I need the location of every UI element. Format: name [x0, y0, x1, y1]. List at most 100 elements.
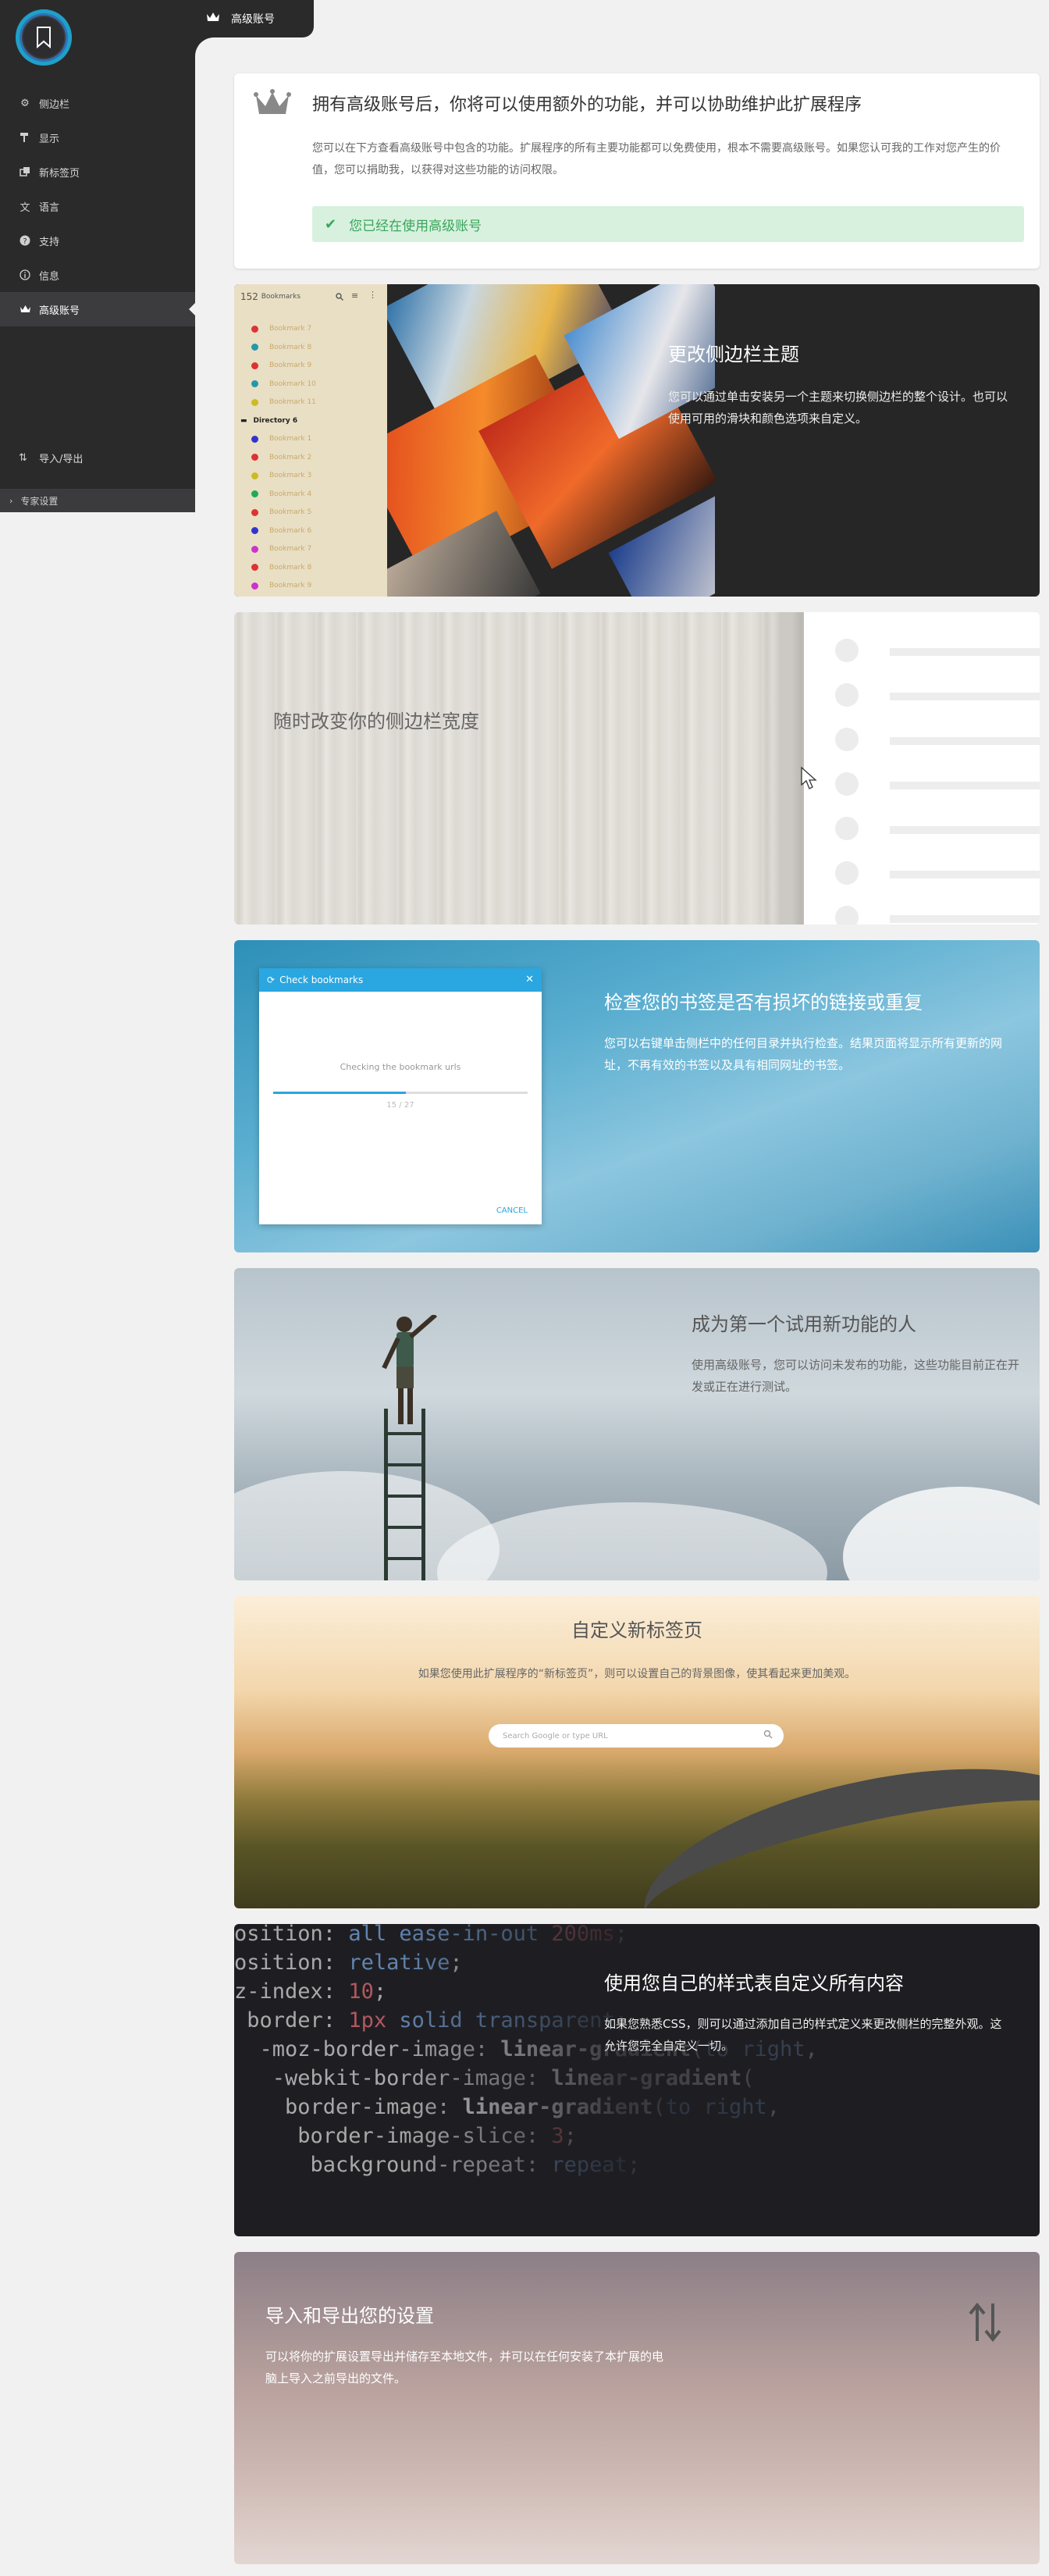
intro-title: 拥有高级账号后，你将可以使用额外的功能，并可以协助维护此扩展程序	[312, 95, 862, 115]
favicon-icon	[251, 454, 258, 461]
feature-card-theme: 152 Bookmarks ≡ ⋮ Bookmark 7 Bookmark 8 Bo…	[234, 284, 1040, 597]
preview-bookmark-label: Bookmark 6	[269, 526, 312, 535]
sidebar-item-premium[interactable]: 高级账号	[0, 292, 195, 326]
preview-bookmark-row: Bookmark 7	[251, 320, 311, 337]
feature-text: 如果您熟悉CSS，则可以通过添加自己的样式定义来更改侧栏的完整外观。这允许您完全…	[604, 2017, 1002, 2053]
sidebar-skeleton-preview	[820, 612, 1040, 925]
preview-bookmark-row: Bookmark 4	[251, 486, 311, 503]
preview-bookmark-label: Bookmark 8	[269, 563, 312, 572]
close-icon[interactable]: ✕	[525, 974, 534, 985]
preview-bookmark-label: Bookmark 9	[269, 582, 312, 590]
sort-icon: ≡	[351, 290, 359, 301]
feature-title: 随时改变你的侧边栏宽度	[273, 711, 479, 732]
feature-text: 使用高级账号，您可以访问未发布的功能，这些功能目前正在开发或正在进行测试。	[692, 1358, 1020, 1394]
favicon-icon	[251, 508, 258, 516]
sidebar-item-label: 语言	[39, 201, 60, 214]
preview-bookmark-label: Bookmark 1	[269, 435, 312, 443]
cursor-icon	[801, 767, 817, 789]
preview-bookmark-row: Bookmark 5	[251, 504, 311, 521]
page-header: 高级账号	[195, 0, 314, 37]
dialog-titlebar: ⟳ Check bookmarks ✕	[259, 968, 542, 992]
preview-bookmark-row: Bookmark 8	[251, 339, 311, 356]
favicon-icon	[251, 380, 258, 387]
preview-bookmark-label: Bookmark 11	[269, 398, 316, 406]
feature-text: 您可以右键单击侧栏中的任何目录并执行检查。结果页面将显示所有更新的网址，不再有效…	[604, 1036, 1003, 1072]
feature-title: 更改侧边栏主题	[668, 344, 799, 365]
favicon-icon	[251, 344, 258, 351]
favicon-icon	[251, 527, 258, 534]
favicon-icon	[251, 362, 258, 369]
feature-card-import-export: 导入和导出您的设置 可以将你的扩展设置导出并储存至本地文件，并可以在任何安装了本…	[234, 2252, 1040, 2564]
preview-label: Bookmarks	[261, 293, 301, 301]
sidebar-item-sidebar[interactable]: ⚙ 侧边栏	[0, 86, 195, 120]
theme-collage-image	[387, 284, 715, 597]
import-export-icon	[969, 2302, 1001, 2343]
preview-bookmark-label: Bookmark 7	[269, 325, 312, 333]
preview-count: 152	[240, 291, 258, 302]
tabs-icon	[19, 166, 31, 178]
progress-bar	[273, 1092, 528, 1094]
info-icon	[19, 269, 31, 281]
favicon-icon	[251, 398, 258, 406]
paint-roller-icon	[19, 131, 31, 144]
favicon-icon	[251, 325, 258, 333]
refresh-icon: ⟳	[267, 974, 276, 985]
preview-bookmark-label: Bookmark 2	[269, 453, 312, 461]
wood-background	[234, 612, 804, 925]
premium-intro-card: 拥有高级账号后，你将可以使用额外的功能，并可以协助维护此扩展程序 您可以在下方查…	[234, 73, 1040, 269]
progress-count: 15 / 27	[386, 1101, 414, 1110]
sidebar-item-import-export[interactable]: ⇅ 导入/导出	[0, 440, 195, 475]
favicon-icon	[251, 490, 258, 497]
favicon-icon	[251, 545, 258, 553]
cancel-button[interactable]: CANCEL	[496, 1206, 528, 1215]
preview-bookmark-label: Bookmark 8	[269, 343, 312, 351]
check-bookmarks-dialog: ⟳ Check bookmarks ✕ Checking the bookmar…	[259, 968, 542, 1224]
feature-title: 导入和导出您的设置	[265, 2305, 434, 2327]
feature-title: 自定义新标签页	[571, 1619, 702, 1641]
check-icon: ✔	[325, 216, 337, 233]
sidebar-item-newtab[interactable]: 新标签页	[0, 155, 195, 189]
search-placeholder: Search Google or type URL	[503, 1731, 608, 1740]
bookmark-icon	[37, 27, 51, 48]
extension-logo[interactable]	[16, 9, 72, 66]
more-icon: ⋮	[368, 290, 377, 300]
expert-settings-toggle[interactable]: › 专家设置	[0, 489, 195, 512]
favicon-icon	[251, 472, 258, 479]
preview-bookmark-row: Bookmark 11	[251, 394, 316, 411]
folder-icon: ▬	[240, 416, 247, 425]
newtab-search-input[interactable]: Search Google or type URL	[489, 1724, 784, 1748]
search-icon	[336, 292, 343, 303]
header-curve	[195, 37, 214, 56]
sidebar-item-info[interactable]: 信息	[0, 258, 195, 292]
preview-bookmark-row: Bookmark 9	[251, 577, 311, 594]
dialog-title: Check bookmarks	[279, 974, 364, 985]
dialog-status-text: Checking the bookmark urls	[340, 1062, 461, 1072]
help-icon: ?	[19, 234, 31, 247]
feature-card-newtab: 自定义新标签页 如果您使用此扩展程序的“新标签页”，则可以设置自己的背景图像，使…	[234, 1596, 1040, 1908]
feature-title: 成为第一个试用新功能的人	[692, 1313, 916, 1335]
feature-text: 可以将你的扩展设置导出并储存至本地文件，并可以在任何安装了本扩展的电脑上导入之前…	[265, 2350, 664, 2385]
preview-bookmark-row: Bookmark 2	[251, 449, 311, 466]
search-icon	[763, 1730, 773, 1741]
preview-bookmark-label: Bookmark 5	[269, 508, 312, 516]
intro-text: 您可以在下方查看高级账号中包含的功能。扩展程序的所有主要功能都可以免费使用，根本…	[312, 142, 1001, 176]
sidebar-item-label: 支持	[39, 236, 60, 248]
svg-text:?: ?	[23, 237, 27, 246]
feature-card-check-bookmarks: ⟳ Check bookmarks ✕ Checking the bookmar…	[234, 940, 1040, 1252]
sidebar-item-label: 高级账号	[39, 305, 80, 317]
sidebar-item-display[interactable]: 显示	[0, 120, 195, 155]
favicon-icon	[251, 582, 258, 590]
favicon-icon	[251, 564, 258, 571]
gear-icon: ⚙	[20, 97, 30, 109]
sidebar-item-support[interactable]: ? 支持	[0, 223, 195, 258]
preview-bookmark-label: Bookmark 9	[269, 362, 312, 369]
crown-icon	[206, 12, 220, 26]
premium-status-text: 您已经在使用高级账号	[349, 218, 482, 234]
preview-directory-row: ▬ Directory 6	[240, 412, 297, 429]
feature-card-width: 随时改变你的侧边栏宽度	[234, 612, 1040, 925]
preview-bookmark-row: Bookmark 7	[251, 540, 311, 558]
page-title: 高级账号	[231, 13, 275, 26]
feature-text: 如果您使用此扩展程序的“新标签页”，则可以设置自己的背景图像，使其看起来更加美观…	[418, 1668, 856, 1680]
sidebar-item-language[interactable]: 文 语言	[0, 189, 195, 223]
feature-card-css: osition: all ease-in-out 200ms; osition:…	[234, 1924, 1040, 2236]
